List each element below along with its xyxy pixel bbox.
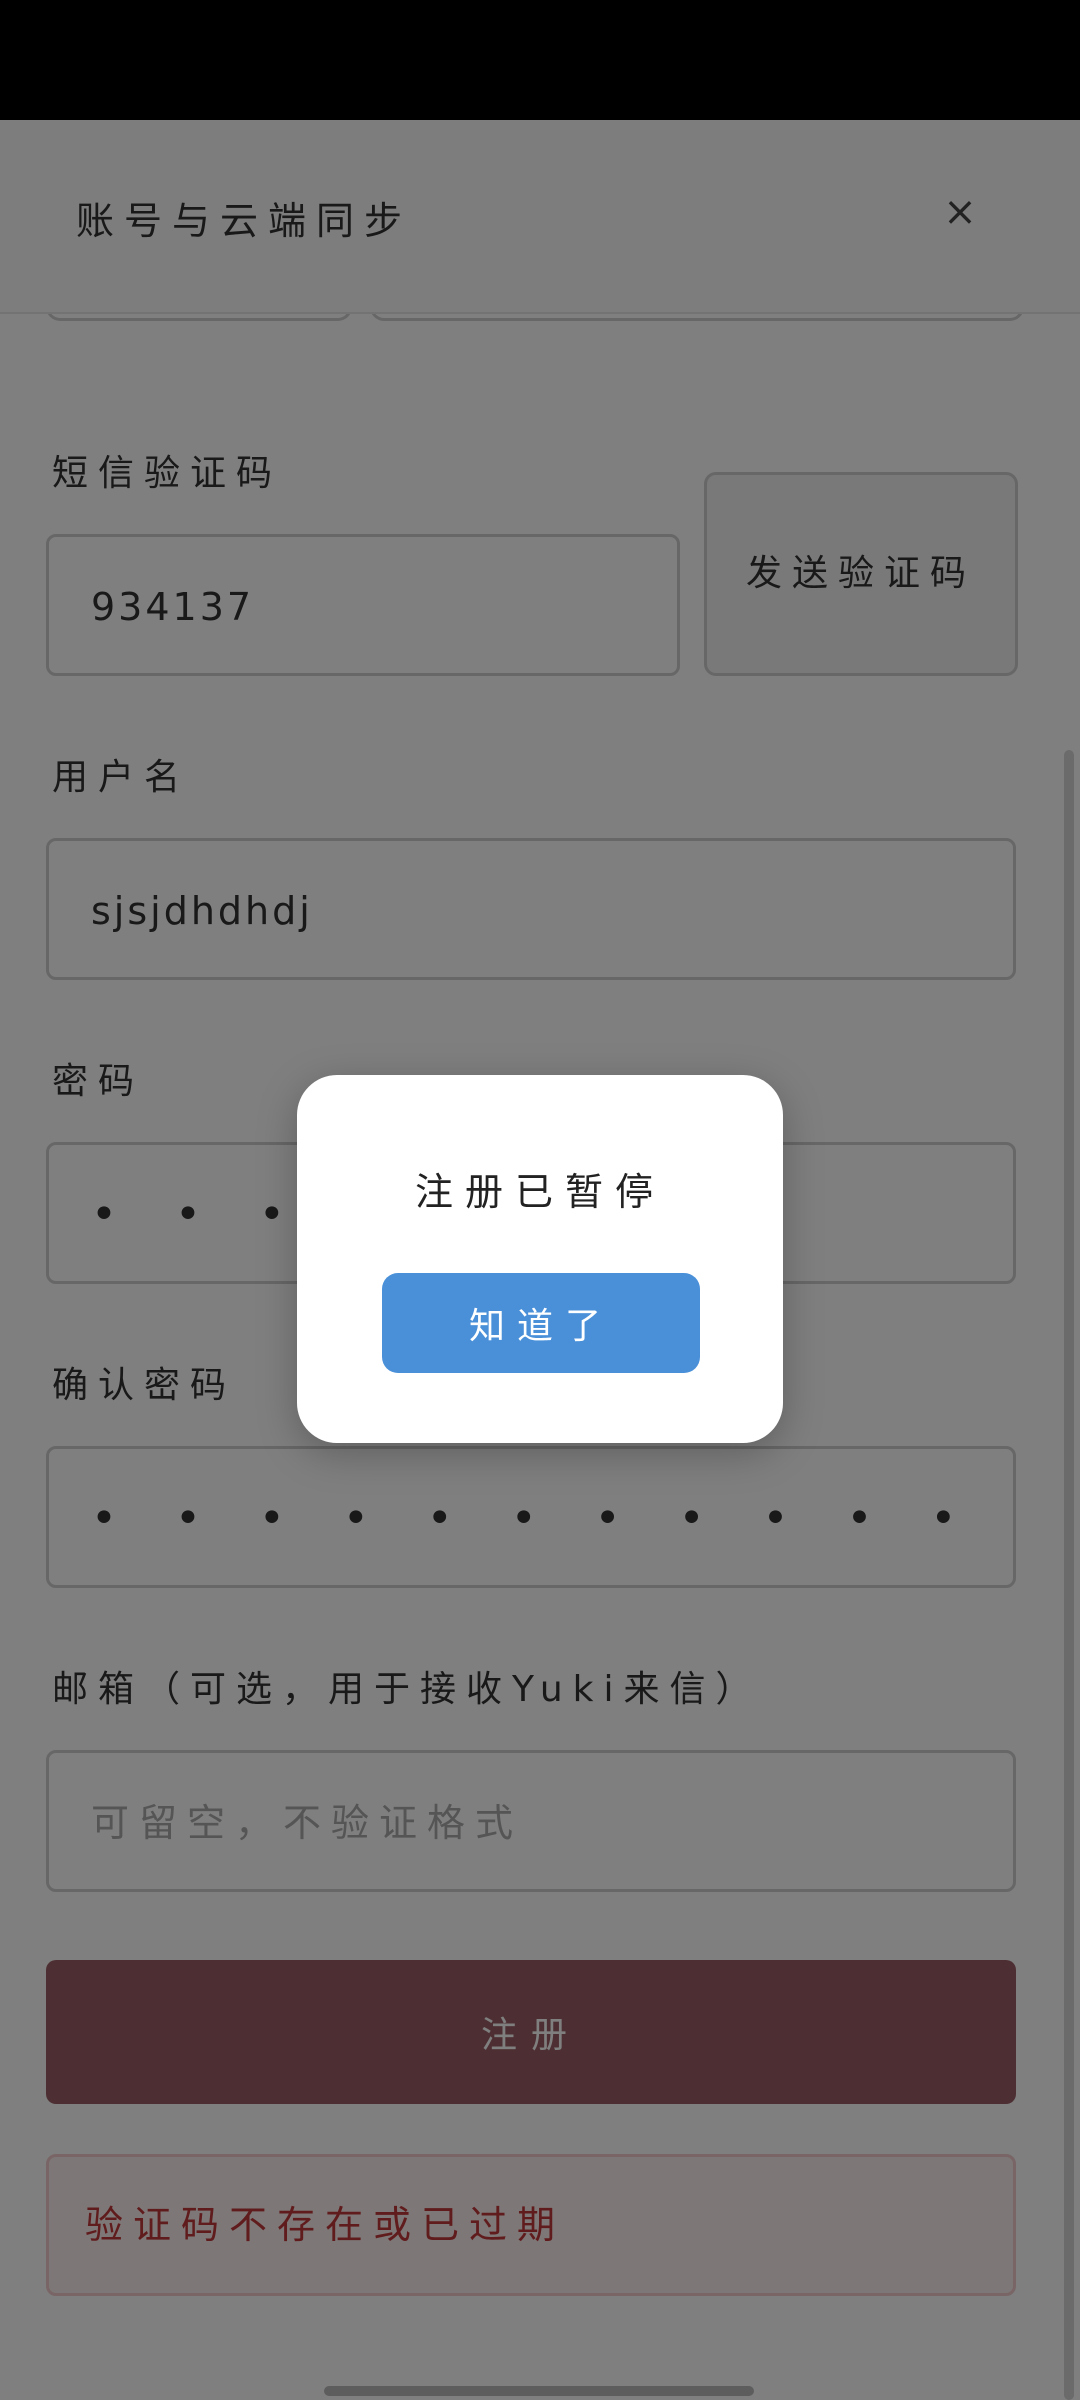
dialog-ok-button-label: 知道了 <box>468 1306 613 1347</box>
notice-dialog: 注册已暂停 知道了 <box>297 1075 783 1443</box>
dialog-ok-button[interactable]: 知道了 <box>382 1273 700 1373</box>
dialog-message: 注册已暂停 <box>414 1170 665 1214</box>
status-bar <box>0 0 1080 120</box>
